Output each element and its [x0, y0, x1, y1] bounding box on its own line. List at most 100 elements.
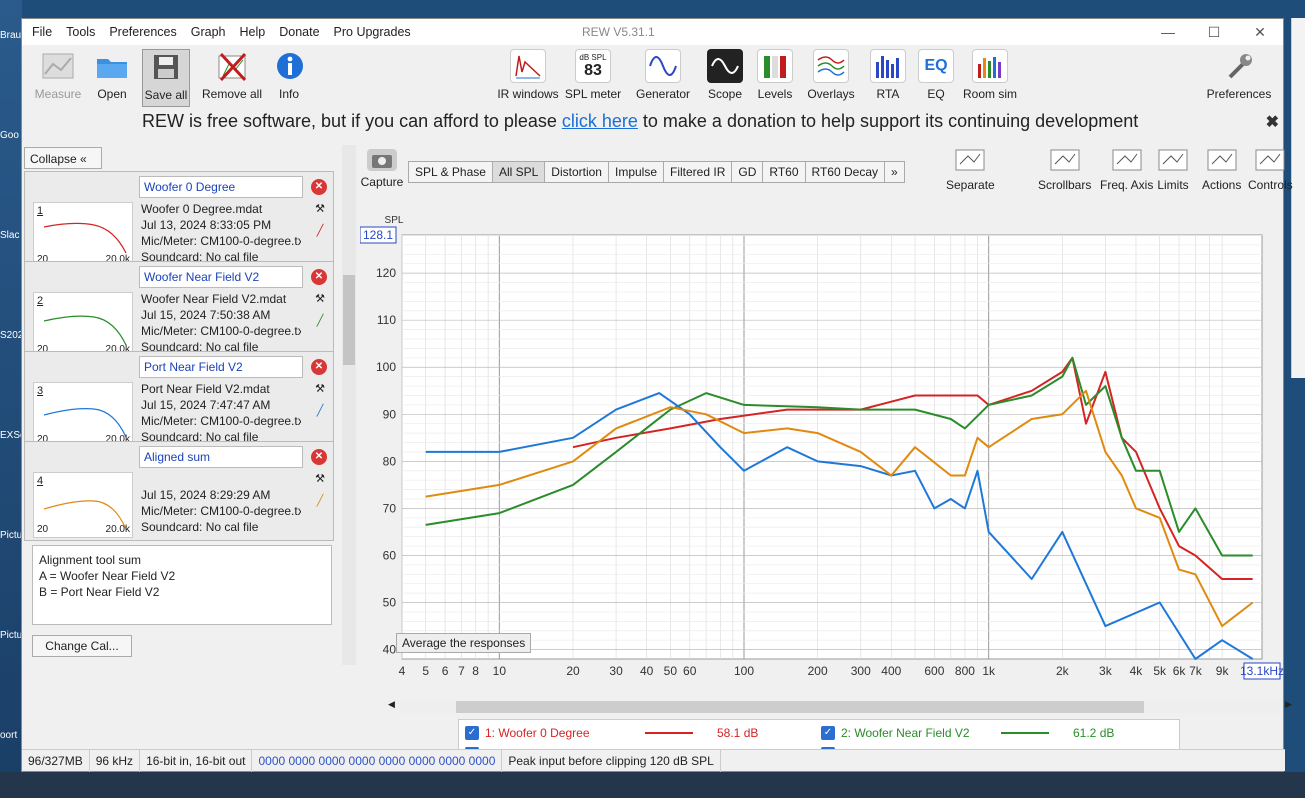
measurement-thumbnail[interactable]: 4 20 20.0k — [33, 472, 133, 538]
measurement-thumbnail[interactable]: 3 20 20.0k — [33, 382, 133, 448]
scrollbar-thumb[interactable] — [343, 275, 355, 365]
measurement-notes[interactable]: Alignment tool sum A = Woofer Near Field… — [32, 545, 332, 625]
delete-measurement-icon[interactable]: ✕ — [311, 449, 327, 465]
tab-spl-phase[interactable]: SPL & Phase — [408, 161, 493, 183]
graph-panel: Capture SPL & Phase All SPL Distortion Impu… — [360, 143, 1293, 765]
desktop-icon-label[interactable]: Goo — [0, 130, 22, 141]
minimize-button[interactable]: — — [1145, 19, 1191, 45]
desktop-icon-label[interactable]: oort — [0, 730, 22, 741]
close-icon[interactable]: ✖ — [1266, 112, 1279, 132]
settings-icon[interactable]: ⚒ — [313, 292, 327, 306]
scrollbars-button[interactable]: Scrollbars — [1038, 147, 1091, 192]
open-button[interactable]: Open — [92, 49, 132, 101]
controls-button[interactable]: Controls — [1248, 147, 1293, 192]
plot-area[interactable] — [401, 234, 1263, 660]
measure-button[interactable]: Measure — [32, 49, 84, 101]
line-color-icon[interactable]: ╱ — [313, 314, 327, 328]
menu-graph[interactable]: Graph — [191, 25, 226, 39]
measurement-panel[interactable]: Aligned sum ✕ 4 20 20.0k Jul 15, 2024 8:… — [24, 441, 334, 541]
tab-rt60-decay[interactable]: RT60 Decay — [804, 161, 885, 183]
measurement-panel[interactable]: Woofer 0 Degree ✕ 1 20 20.0k Woofer 0 De… — [24, 171, 334, 271]
limits-button[interactable]: Limits — [1156, 147, 1190, 192]
separate-button[interactable]: Separate — [946, 147, 995, 192]
menu-file[interactable]: File — [32, 25, 52, 39]
remove-all-button[interactable]: Remove all — [200, 49, 264, 101]
scroll-left-icon[interactable]: ◀ — [388, 699, 395, 710]
save-all-label: Save all — [144, 88, 188, 102]
menu-pro-upgrades[interactable]: Pro Upgrades — [334, 25, 411, 39]
tab-all-spl[interactable]: All SPL — [491, 161, 546, 183]
scope-button[interactable]: Scope — [704, 49, 746, 101]
scrollbar-thumb[interactable] — [456, 701, 1144, 713]
desktop-icon-label[interactable]: Pictu — [0, 530, 22, 541]
freq-axis-button[interactable]: Freq. Axis — [1100, 147, 1153, 192]
measurement-thumbnail[interactable]: 2 20 20.0k — [33, 292, 133, 358]
levels-label: Levels — [757, 87, 793, 101]
room-sim-button[interactable]: Room sim — [962, 49, 1018, 101]
tab-more[interactable]: » — [884, 161, 905, 183]
donate-link[interactable]: click here — [562, 111, 638, 131]
info-button[interactable]: Info — [272, 49, 306, 101]
checkbox[interactable]: ✓ — [465, 726, 479, 740]
menu-tools[interactable]: Tools — [66, 25, 95, 39]
eq-button[interactable]: EQ EQ — [918, 49, 954, 101]
tab-gd[interactable]: GD — [731, 161, 764, 183]
capture-button[interactable]: Capture — [360, 149, 404, 189]
desktop-icon-label[interactable]: Pictu — [0, 630, 22, 641]
checkbox[interactable]: ✓ — [821, 726, 835, 740]
measurement-name-field[interactable]: Woofer Near Field V2 — [139, 266, 303, 288]
rta-button[interactable]: RTA — [870, 49, 906, 101]
save-all-button[interactable]: Save all — [142, 49, 190, 107]
desktop-icon-label[interactable]: Braun — [0, 30, 22, 41]
settings-icon[interactable]: ⚒ — [313, 202, 327, 216]
tab-distortion[interactable]: Distortion — [544, 161, 609, 183]
spl-meter-value: 83 — [584, 61, 602, 79]
tab-filtered-ir[interactable]: Filtered IR — [663, 161, 733, 183]
measurement-name-field[interactable]: Woofer 0 Degree — [139, 176, 303, 198]
measurement-panel[interactable]: Woofer Near Field V2 ✕ 2 20 20.0k Woofer… — [24, 261, 334, 361]
peak-input: Peak input before clipping 120 dB SPL — [502, 749, 721, 772]
menu-help[interactable]: Help — [240, 25, 266, 39]
scroll-right-icon[interactable]: ▶ — [1285, 699, 1292, 710]
average-responses-button[interactable]: Average the responses — [396, 633, 532, 653]
menu-preferences[interactable]: Preferences — [109, 25, 176, 39]
levels-button[interactable]: Levels — [754, 49, 796, 101]
y-tick-label: 100 — [376, 360, 396, 374]
measurement-name-field[interactable]: Aligned sum — [139, 446, 303, 468]
desktop-icon-label[interactable]: S202 — [0, 330, 22, 341]
collapse-button[interactable]: Collapse « — [24, 147, 102, 169]
generator-button[interactable]: Generator — [634, 49, 692, 101]
horizontal-scrollbar[interactable]: ◀ ▶ — [388, 699, 1292, 713]
x-tick-label: 300 — [851, 664, 871, 678]
scrollbars-icon — [1048, 147, 1082, 173]
measurement-name-field[interactable]: Port Near Field V2 — [139, 356, 303, 378]
tab-rt60[interactable]: RT60 — [762, 161, 806, 183]
line-color-icon[interactable]: ╱ — [313, 224, 327, 238]
desktop-icon-label[interactable]: Slac — [0, 230, 22, 241]
preferences-button[interactable]: Preferences — [1206, 49, 1272, 101]
measurement-thumbnail[interactable]: 1 20 20.0k — [33, 202, 133, 268]
line-color-icon[interactable]: ╱ — [313, 494, 327, 508]
measurements-scrollbar[interactable] — [342, 145, 356, 665]
spl-graph[interactable]: 40 50 60 70 80 90 100 110 120 4 5 6 7 8 10 20 30 40 50 60 10… — [360, 203, 1284, 703]
open-label: Open — [97, 87, 127, 101]
ir-windows-button[interactable]: IR windows — [496, 49, 560, 101]
menu-donate[interactable]: Donate — [279, 25, 319, 39]
tab-impulse[interactable]: Impulse — [607, 161, 665, 183]
settings-icon[interactable]: ⚒ — [313, 382, 327, 396]
maximize-button[interactable]: ☐ — [1191, 19, 1237, 45]
overlays-button[interactable]: Overlays — [806, 49, 856, 101]
delete-measurement-icon[interactable]: ✕ — [311, 269, 327, 285]
desktop-icon-label[interactable]: EXSc — [0, 430, 22, 441]
delete-measurement-icon[interactable]: ✕ — [311, 179, 327, 195]
measure-icon — [40, 49, 76, 83]
spl-meter-button[interactable]: dB SPL 83 SPL meter — [564, 49, 622, 101]
close-button[interactable]: ✕ — [1237, 19, 1283, 45]
change-cal-button[interactable]: Change Cal... — [32, 635, 132, 657]
actions-button[interactable]: Actions — [1202, 147, 1241, 192]
measurement-panel[interactable]: Port Near Field V2 ✕ 3 20 20.0k Port Nea… — [24, 351, 334, 451]
delete-measurement-icon[interactable]: ✕ — [311, 359, 327, 375]
line-color-icon[interactable]: ╱ — [313, 404, 327, 418]
measure-label: Measure — [34, 87, 82, 101]
settings-icon[interactable]: ⚒ — [313, 472, 327, 486]
